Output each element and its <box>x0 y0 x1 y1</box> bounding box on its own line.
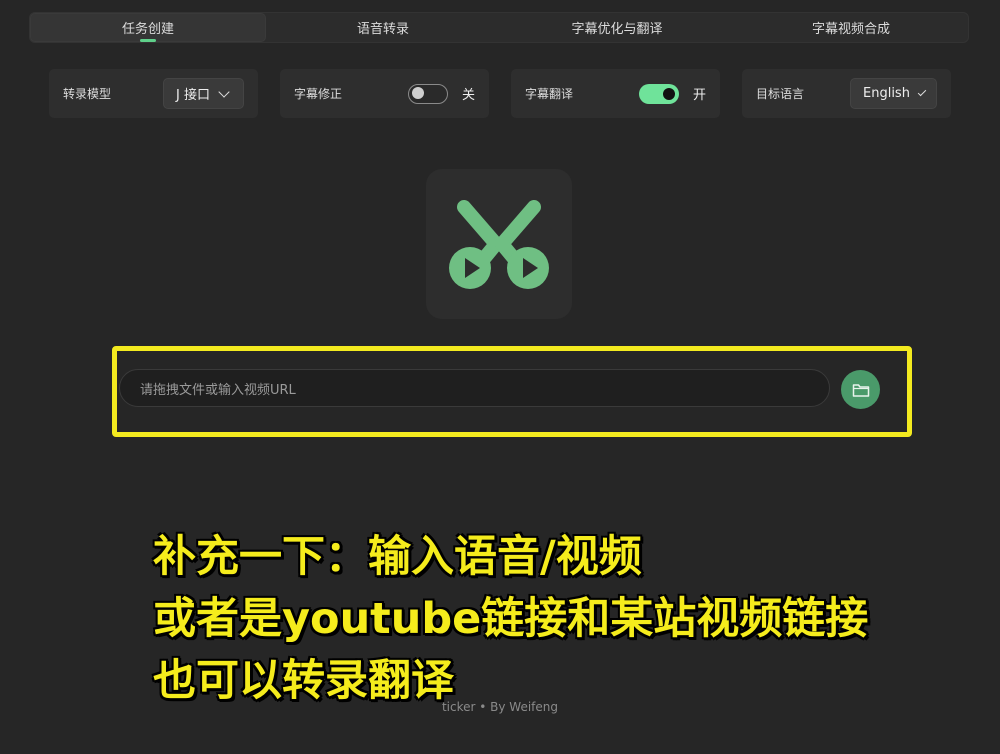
target-language-label: 目标语言 <box>756 87 805 101</box>
tab-label: 语音转录 <box>356 22 409 37</box>
model-select[interactable]: J 接口 <box>163 78 244 109</box>
overlay-caption: 补充一下：输入语音/视频 或者是youtube链接和某站视频链接 也可以转录翻译 <box>153 526 983 712</box>
toggle-knob <box>411 87 424 99</box>
target-language-select[interactable]: English <box>850 78 937 109</box>
caption-line-3: 也可以转录翻译 <box>153 656 454 706</box>
app-logo <box>426 169 572 319</box>
tab-label: 字幕优化与翻译 <box>571 22 663 37</box>
correction-toggle[interactable] <box>407 83 448 104</box>
browse-folder-button[interactable] <box>841 370 880 409</box>
correction-state: 关 <box>461 88 475 103</box>
toggle-knob <box>662 87 675 100</box>
model-value: J 接口 <box>176 88 210 103</box>
chevron-down-icon <box>218 85 230 98</box>
tab-label: 字幕视频合成 <box>811 22 890 37</box>
model-label: 转录模型 <box>63 87 112 101</box>
top-tab-bar: 任务创建 语音转录 字幕优化与翻译 字幕视频合成 <box>29 12 969 43</box>
caption-line-2: 或者是youtube链接和某站视频链接 <box>153 594 869 644</box>
tab-task-create[interactable]: 任务创建 <box>30 13 266 42</box>
chevron-down-icon <box>917 87 927 96</box>
caption-line-1: 补充一下：输入语音/视频 <box>153 532 642 582</box>
url-input[interactable]: 请拖拽文件或输入视频URL <box>119 369 830 407</box>
translation-label: 字幕翻译 <box>525 87 574 101</box>
target-language-card: 目标语言 English <box>742 69 951 118</box>
tab-video-synthesis[interactable]: 字幕视频合成 <box>734 13 968 42</box>
translation-state: 开 <box>692 88 706 103</box>
url-input-placeholder: 请拖拽文件或输入视频URL <box>140 382 296 398</box>
correction-setting-card: 字幕修正 关 <box>280 69 489 118</box>
scissors-play-icon <box>449 200 549 289</box>
tab-label: 任务创建 <box>121 22 174 37</box>
folder-icon <box>852 383 869 397</box>
tab-optimize-translate[interactable]: 字幕优化与翻译 <box>500 13 734 42</box>
model-setting-card: 转录模型 J 接口 <box>49 69 258 118</box>
correction-label: 字幕修正 <box>294 87 343 101</box>
active-tab-indicator <box>140 39 156 42</box>
translation-toggle[interactable] <box>638 83 679 104</box>
translation-setting-card: 字幕翻译 开 <box>511 69 720 118</box>
target-language-value: English <box>863 86 910 101</box>
tab-transcribe[interactable]: 语音转录 <box>266 13 500 42</box>
